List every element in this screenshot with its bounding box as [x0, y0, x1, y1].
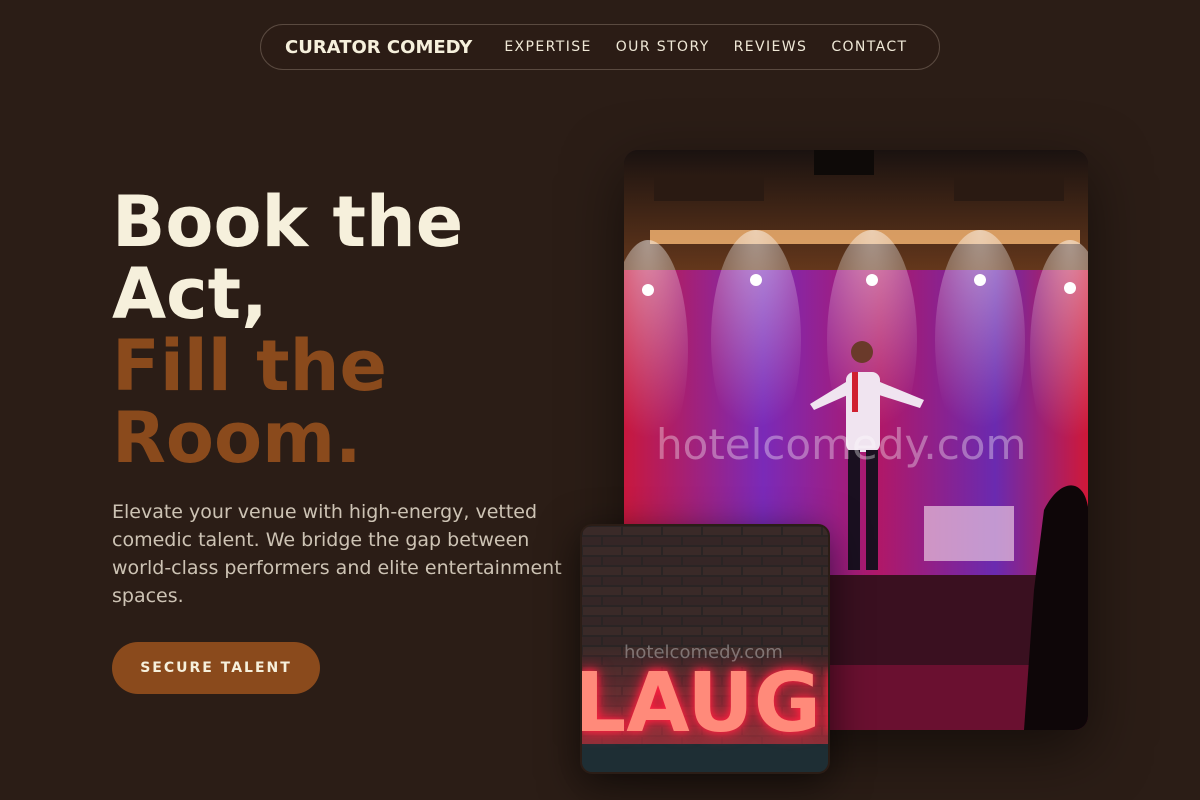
- brand-logo[interactable]: CURATOR COMEDY: [285, 37, 472, 58]
- nav-links: EXPERTISE OUR STORY REVIEWS CONTACT: [504, 39, 907, 55]
- nav-link-our-story[interactable]: OUR STORY: [616, 39, 710, 55]
- laugh-sign-photo: hotelcomedy.com LAUGH: [580, 524, 830, 774]
- hero-title: Book the Act, Fill the Room.: [112, 186, 572, 474]
- secure-talent-button[interactable]: SECURE TALENT: [112, 642, 320, 694]
- hero-title-line2: Act,: [112, 253, 268, 335]
- nav-link-expertise[interactable]: EXPERTISE: [504, 39, 591, 55]
- hero-title-accent2: Room.: [112, 397, 362, 479]
- hero-title-accent1: Fill the: [112, 325, 387, 407]
- hero-description: Elevate your venue with high-energy, vet…: [112, 501, 562, 607]
- stage-watermark: hotelcomedy.com: [656, 420, 1027, 469]
- nav-link-contact[interactable]: CONTACT: [831, 39, 907, 55]
- laugh-neon-text: LAUGH: [580, 656, 828, 751]
- top-nav: CURATOR COMEDY EXPERTISE OUR STORY REVIE…: [260, 24, 940, 70]
- hero-title-line1: Book the: [112, 181, 464, 263]
- nav-link-reviews[interactable]: REVIEWS: [734, 39, 808, 55]
